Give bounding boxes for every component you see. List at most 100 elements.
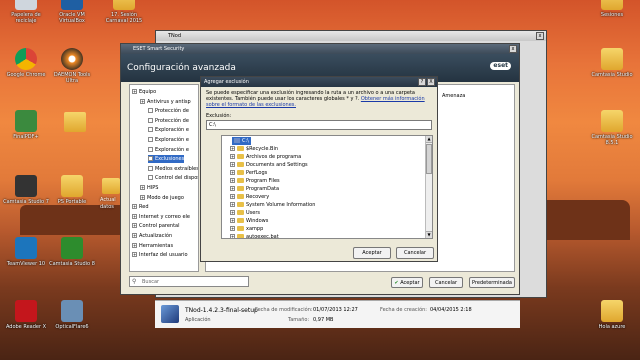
expand-toggle-icon[interactable]: + [132,242,137,248]
add-exclusion-dialog[interactable]: Agregar exclusión ? X Se puede especific… [200,76,438,262]
expand-toggle-icon[interactable] [148,127,153,133]
settings-tree[interactable]: + Equipo + Antivirus y antisp Protección de P… [129,84,199,272]
expand-toggle-icon[interactable] [148,156,153,162]
search-box[interactable]: ⚲ Buscar [129,276,249,287]
expand-toggle-icon[interactable]: + [140,185,145,190]
expand-toggle-icon[interactable]: + [230,194,235,199]
expand-toggle-icon[interactable]: + [230,186,235,191]
folder-tree[interactable]: C:\ + $Recycle.Bin + Archivos de programa + D… [221,135,433,239]
desktop-icon-virtualbox[interactable]: Oracle VM VirtualBox [48,0,96,24]
expand-toggle-icon[interactable]: + [132,89,137,94]
folder-tree-item[interactable]: + Documents and Settings [230,161,308,169]
desktop-icon-camtasia-851[interactable]: Camtasia Studio 8.5.1 [588,110,636,146]
tree-item[interactable]: + HIPS [140,184,158,192]
close-icon[interactable]: x [509,45,517,53]
scrollbar-thumb[interactable] [426,144,432,174]
folder-tree-item[interactable]: + Archivos de programa [230,153,301,161]
desktop-icon-daemon-tools[interactable]: DAEMON Tools Ultra [48,48,96,84]
accept-button[interactable]: ✔ Aceptar [391,277,423,288]
expand-toggle-icon[interactable]: + [230,178,235,183]
folder-tree-item[interactable]: + Program Files [230,177,280,185]
default-button[interactable]: Predeterminada [469,277,515,288]
tree-root[interactable]: C:\ [232,137,251,145]
expand-toggle-icon[interactable] [148,108,153,114]
tree-item[interactable]: + Internet y correo ele [132,213,190,221]
desktop-icon-sesiones[interactable]: Sesiones [588,0,636,18]
folder-tree-item[interactable]: + $Recycle.Bin [230,145,278,153]
folder-tree-item[interactable]: + autoexec.bat [230,233,279,238]
folder-tree-item[interactable]: + System Volume Information [230,201,315,209]
tree-item[interactable]: + Antivirus y antisp [140,98,191,106]
tree-item[interactable]: + Equipo [132,88,156,96]
dialog-titlebar[interactable]: Agregar exclusión [201,77,437,87]
expand-toggle-icon[interactable]: + [132,223,137,229]
expand-toggle-icon[interactable]: + [132,213,137,219]
tree-item[interactable]: Exploración e [148,126,189,134]
expand-toggle-icon[interactable]: + [230,226,235,231]
desktop-icon-teamviewer[interactable]: TeamViewer 10 [2,237,50,267]
desktop-icon-adobe-reader[interactable]: Adobe Reader X [2,300,50,330]
dialog-cancel-button[interactable]: Cancelar [396,247,434,259]
cancel-button[interactable]: Cancelar [429,277,463,288]
tree-item[interactable]: Protección de [148,117,189,125]
tree-item[interactable]: + Interfaz del usuario [132,251,188,259]
tree-item[interactable]: Exclusiones [148,155,185,164]
expand-toggle-icon[interactable] [148,175,153,181]
folder-tree-item[interactable]: + ProgramData [230,185,279,193]
folder-tree-item[interactable]: + Windows [230,217,268,225]
tree-item[interactable]: Control del dispos [148,174,198,182]
scrollbar-up-arrow-icon[interactable]: ▲ [426,136,432,143]
tree-item[interactable]: Protección de [148,107,189,115]
expand-toggle-icon[interactable] [148,137,153,142]
search-input[interactable]: Buscar [142,279,159,285]
tree-item[interactable]: Exploración e [148,146,189,154]
expand-toggle-icon[interactable]: + [132,252,137,258]
desktop-icon-opticalflare[interactable]: OpticalFlare6 [48,300,96,330]
expand-toggle-icon[interactable]: + [132,204,137,210]
tree-item[interactable]: Medios extraíbles [148,165,198,173]
tree-item[interactable]: Exploración e [148,136,189,144]
expand-toggle-icon[interactable]: + [230,210,235,215]
folder-tree-item[interactable]: + Recovery [230,193,269,201]
expand-toggle-icon[interactable]: + [230,154,235,159]
expand-toggle-icon[interactable]: + [230,202,235,207]
desktop-icon-hola-azure[interactable]: Hola azure [588,300,636,330]
close-icon[interactable]: x [536,32,544,40]
desktop-icon-sesion-carnaval[interactable]: 17. Sesión Carnaval 2015 [100,0,148,24]
close-icon[interactable]: X [427,78,435,86]
folder-icon[interactable] [102,178,120,194]
folder-tree-item[interactable]: + PerfLogs [230,169,267,177]
expand-toggle-icon[interactable] [148,165,153,171]
desktop-icon-camtasia8[interactable]: Camtasia Studio 8 [48,237,96,267]
folder-tree-item[interactable]: + xampp [230,225,263,233]
expand-toggle-icon[interactable] [148,146,153,152]
dialog-accept-button[interactable]: Aceptar [353,247,391,259]
tnod-titlebar[interactable]: TNod [156,31,546,41]
expand-toggle-icon[interactable]: + [230,162,235,167]
desktop-icon-camtasia-studio[interactable]: Camtasia Studio [588,48,636,78]
desktop-icon-chrome[interactable]: Google Chrome [2,48,50,78]
expand-toggle-icon[interactable]: + [230,170,235,175]
tree-item[interactable]: + Herramientas [132,242,173,250]
scrollbar-down-arrow-icon[interactable]: ▼ [426,231,432,238]
expand-toggle-icon[interactable]: + [132,233,137,238]
eset-titlebar[interactable]: ESET Smart Security [121,44,519,54]
tree-item[interactable]: + Control parental [132,222,180,230]
desktop-icon-recycle-bin[interactable]: Papelera de reciclaje [2,0,50,24]
expand-toggle-icon[interactable]: + [230,146,235,151]
tree-item[interactable]: + Red [132,203,149,211]
tree-item[interactable]: + Modo de juego [140,194,184,202]
expand-toggle-icon[interactable]: + [140,194,145,200]
column-header[interactable]: Amenaza [442,93,465,99]
folder-icon[interactable] [64,112,86,132]
tree-scrollbar[interactable]: ▲ ▼ [425,136,432,238]
expand-toggle-icon[interactable]: + [140,98,145,104]
expand-toggle-icon[interactable]: + [230,234,235,238]
folder-tree-item[interactable]: + Users [230,209,260,217]
desktop-icon-ps-portable[interactable]: PS Portable [48,175,96,205]
exclusion-field[interactable]: C:\ [206,120,432,130]
help-icon[interactable]: ? [418,78,426,86]
desktop-icon-finalpdf[interactable]: FinalPDF+ [2,110,50,140]
expand-toggle-icon[interactable] [148,117,153,123]
desktop-icon-camtasia7[interactable]: Camtasia Studio 7 [2,175,50,205]
